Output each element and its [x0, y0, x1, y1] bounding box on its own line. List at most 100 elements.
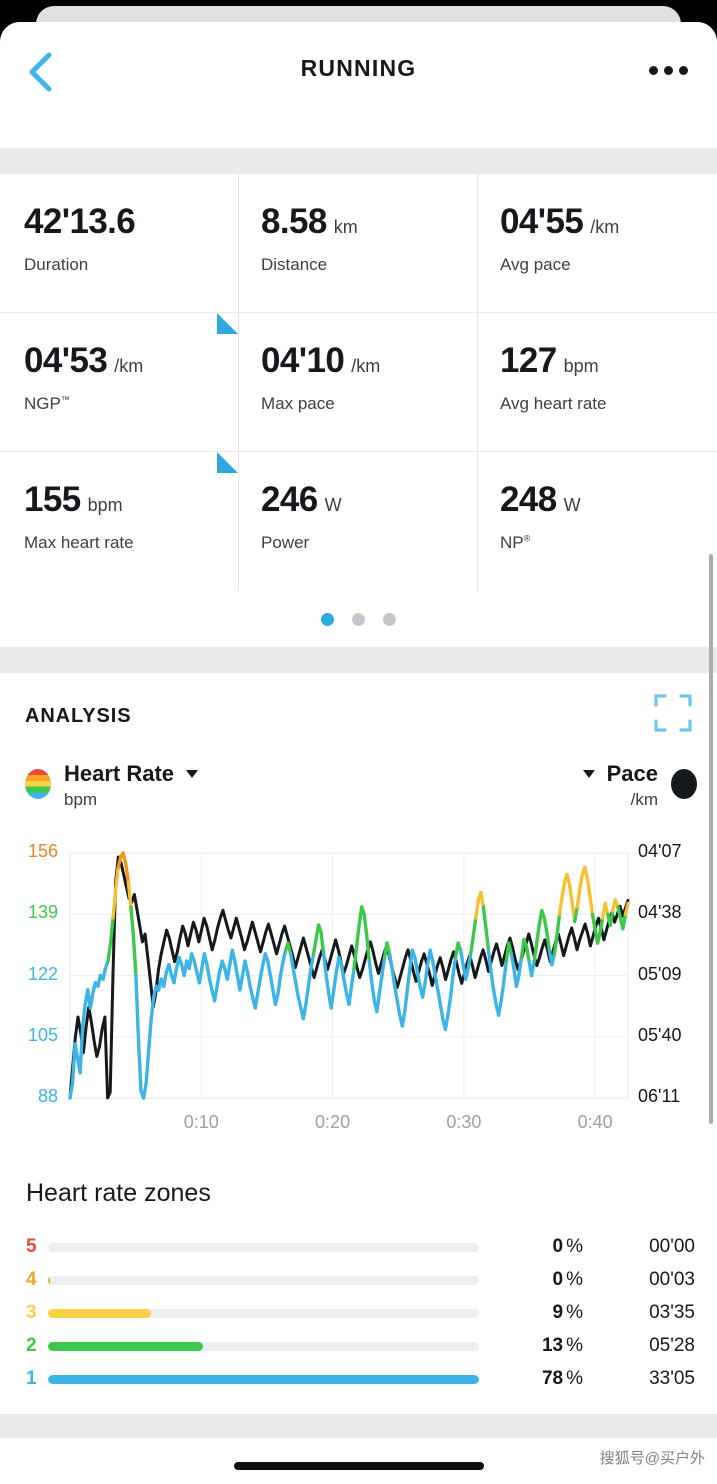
zone-percent-symbol: %: [566, 1302, 583, 1323]
zone-bar-fill: [48, 1341, 204, 1351]
y-axis-right-tick: 05'09: [638, 963, 682, 984]
stat-cell-max-heart-rate[interactable]: 155 bpm Max heart rate: [0, 452, 239, 591]
zone-percent: 0%: [552, 1269, 583, 1290]
stat-cell-avg-heart-rate[interactable]: 127 bpm Avg heart rate: [478, 313, 717, 452]
zone-row: 1 78% 33'05: [0, 1366, 717, 1392]
stat-value: 04'53: [24, 341, 108, 380]
x-axis-tick: 0:10: [183, 1112, 219, 1132]
stat-cell-avg-pace[interactable]: 04'55/km Avg pace: [478, 174, 717, 313]
stat-cell-ngp[interactable]: 04'53/km NGP™: [0, 313, 239, 452]
zone-duration: 33'05: [649, 1368, 695, 1389]
home-indicator[interactable]: [233, 1462, 484, 1470]
zone-bar-track: [48, 1341, 479, 1351]
zone-duration: 05'28: [649, 1335, 695, 1356]
zone-bar-fill: [48, 1374, 479, 1384]
summary-stats-card: 42'13.6 Duration 8.58 km Distance 04'55/km Avg…: [0, 174, 717, 647]
heart-rate-zones-section: Heart rate zones 5 0% 00'00 4 0% 00'03 3 9% 03'3…: [0, 1179, 717, 1392]
chevron-down-icon[interactable]: [186, 770, 199, 778]
stat-unit: bpm: [563, 356, 599, 376]
hr-zone-gradient-icon: [25, 769, 51, 799]
stat-unit: /km: [351, 356, 381, 376]
record-flag-icon: [217, 452, 238, 473]
zone-percent-symbol: %: [566, 1335, 583, 1356]
right-series-unit: /km: [630, 790, 658, 809]
y-axis-left-tick: 122: [27, 963, 58, 984]
stat-label: Avg pace: [500, 255, 571, 274]
phone-screen: RUNNING 42'13.6 Duration 8.58 km Distance 04'…: [0, 0, 717, 1484]
right-series-name: Pace: [606, 761, 658, 786]
stat-value: 155: [24, 480, 81, 519]
zones-title: Heart rate zones: [26, 1179, 211, 1207]
zone-percent: 78%: [541, 1368, 583, 1389]
stat-value: 248: [500, 480, 557, 519]
stat-value: 04'55: [500, 202, 584, 241]
zones-list: 5 0% 00'00 4 0% 00'03 3 9% 03'35 2 13% 05'28 1 78% 33'…: [0, 1234, 717, 1392]
stat-unit: km: [333, 217, 358, 237]
stat-unit: /km: [114, 356, 144, 376]
app-header: RUNNING: [0, 22, 717, 148]
record-flag-icon: [217, 313, 238, 334]
stat-cell-distance[interactable]: 8.58 km Distance: [239, 174, 478, 313]
analysis-chart[interactable]: 88 105 122 139 156 06'11 05'40 05'09 04'38 04'07 0…: [0, 839, 717, 1139]
right-series-selector[interactable]: Pace /km: [582, 761, 697, 810]
stat-unit: bpm: [87, 495, 123, 515]
zone-number: 5: [26, 1236, 37, 1257]
more-options-button[interactable]: [639, 48, 697, 92]
stat-label: Max pace: [261, 394, 335, 413]
stat-cell-duration[interactable]: 42'13.6 Duration: [0, 174, 239, 313]
stat-value: 04'10: [261, 341, 345, 380]
series-selector-row: Heart Rate bpm Pace /km: [0, 761, 717, 835]
section-divider: [0, 647, 717, 673]
stat-unit: W: [324, 495, 342, 515]
zone-row: 4 0% 00'03: [0, 1267, 717, 1293]
stat-cell-np[interactable]: 248 W NP®: [478, 452, 717, 591]
stat-cell-power[interactable]: 246 W Power: [239, 452, 478, 591]
y-axis-left-tick: 139: [27, 902, 58, 923]
zone-bar-track: [48, 1374, 479, 1384]
zone-percent: 13%: [541, 1335, 583, 1356]
y-axis-right-tick: 06'11: [638, 1086, 681, 1106]
zone-percent-symbol: %: [566, 1368, 583, 1389]
fullscreen-button[interactable]: [651, 691, 695, 735]
pager-dot[interactable]: [352, 612, 365, 626]
zone-number: 2: [26, 1335, 37, 1356]
y-axis-left-tick: 105: [27, 1024, 58, 1045]
zone-bar-fill: [48, 1308, 152, 1318]
zone-percent-symbol: %: [566, 1269, 583, 1290]
left-series-unit: bpm: [64, 790, 98, 809]
zone-percent-symbol: %: [566, 1236, 583, 1257]
stat-label: Power: [261, 533, 310, 552]
zone-bar-track: [48, 1275, 479, 1285]
zone-row: 2 13% 05'28: [0, 1333, 717, 1359]
analysis-title: ANALYSIS: [25, 705, 132, 727]
stats-grid: 42'13.6 Duration 8.58 km Distance 04'55/km Avg…: [0, 174, 717, 591]
zone-duration: 00'03: [649, 1269, 695, 1290]
section-divider: [0, 148, 717, 174]
stats-pager[interactable]: [0, 591, 717, 647]
stat-label: Distance: [261, 255, 328, 274]
stat-label-superscript: ™: [60, 394, 70, 405]
analysis-header: ANALYSIS: [0, 673, 717, 761]
stat-label: NP®: [500, 533, 531, 552]
page-title: RUNNING: [300, 55, 417, 81]
workout-detail-sheet: RUNNING 42'13.6 Duration 8.58 km Distance 04'…: [0, 22, 717, 1484]
zone-bar-fill: [48, 1275, 51, 1285]
x-axis-tick: 0:40: [577, 1112, 613, 1132]
zone-row: 3 9% 03'35: [0, 1300, 717, 1326]
y-axis-right-tick: 04'07: [638, 841, 682, 861]
left-series-selector[interactable]: Heart Rate bpm: [25, 761, 199, 810]
stat-cell-max-pace[interactable]: 04'10/km Max pace: [239, 313, 478, 452]
pager-dot[interactable]: [321, 612, 334, 626]
stat-unit: /km: [590, 217, 620, 237]
stat-label-superscript: ®: [523, 533, 531, 544]
zone-percent: 0%: [552, 1236, 583, 1257]
zone-bar-track: [48, 1308, 479, 1318]
zone-number: 3: [26, 1302, 37, 1323]
chevron-down-icon[interactable]: [582, 770, 595, 778]
vertical-scrollbar[interactable]: [709, 554, 713, 1124]
stat-value: 246: [261, 480, 318, 519]
pager-dot[interactable]: [383, 612, 396, 626]
zone-row: 5 0% 00'00: [0, 1234, 717, 1260]
stat-label: Duration: [24, 255, 89, 274]
stat-unit: W: [563, 495, 581, 515]
